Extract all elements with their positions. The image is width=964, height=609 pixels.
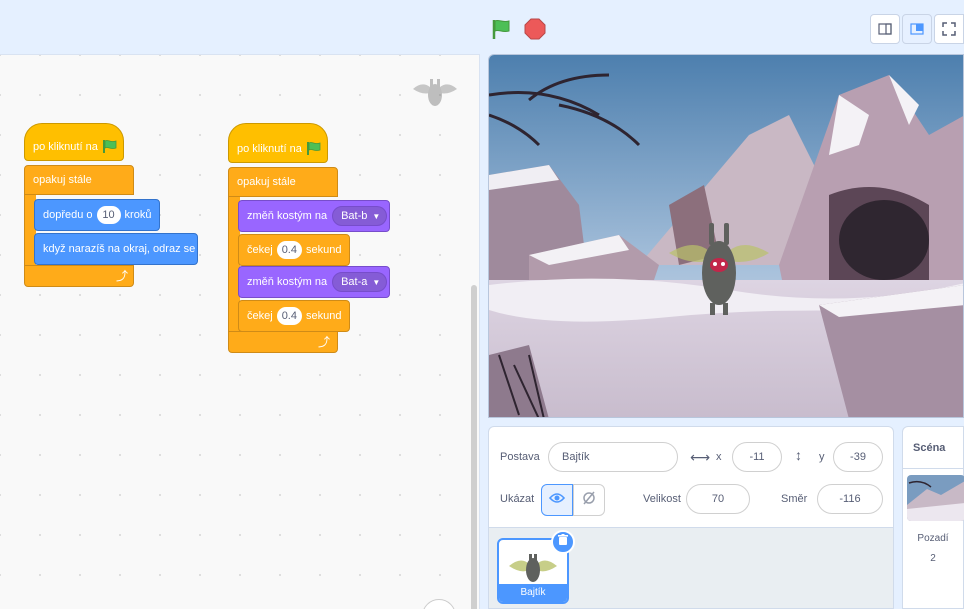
loop-arrow-icon: ⤴ (318, 335, 331, 349)
wait-block[interactable]: čekej 0.4 sekund (238, 234, 350, 266)
costume-dropdown-value: Bat-b (341, 210, 368, 222)
wait-label-before: čekej (247, 244, 273, 256)
green-flag-icon[interactable] (490, 17, 514, 41)
delete-sprite-button[interactable] (551, 530, 575, 554)
normal-stage-icon[interactable] (902, 14, 932, 44)
forever-block[interactable]: opakuj stále (228, 167, 338, 197)
hide-sprite-button[interactable] (573, 484, 605, 516)
when-flag-clicked-block[interactable]: po kliknutí na (228, 123, 328, 163)
switch-costume-block[interactable]: změň kostým na Bat-a ▼ (238, 266, 390, 298)
stage-panel-title: Scéna (903, 427, 963, 469)
sprite-tile-label: Bajtík (499, 584, 567, 602)
sprite-list: Bajtík (488, 528, 894, 609)
green-flag-icon (102, 139, 118, 156)
hat-label: po kliknutí na (33, 141, 98, 153)
current-sprite-ghost-icon (410, 73, 460, 113)
code-workspace[interactable]: po kliknutí na opakuj stále dopředu o 10… (0, 54, 480, 609)
costume-dropdown[interactable]: Bat-a ▼ (332, 272, 388, 292)
y-position-input[interactable]: -39 (833, 442, 883, 472)
chevron-down-icon: ▼ (372, 211, 381, 221)
direction-input[interactable]: -116 (817, 484, 883, 514)
bounce-on-edge-block[interactable]: když narazíš na okraj, odraz se (34, 233, 198, 265)
move-label-after: kroků (124, 209, 152, 221)
move-steps-block[interactable]: dopředu o 10 kroků (34, 199, 160, 231)
zoom-in-button[interactable] (422, 599, 456, 609)
workspace-scrollbar[interactable] (471, 285, 477, 609)
stage[interactable] (488, 54, 964, 418)
size-value: 70 (711, 493, 725, 505)
costume-dropdown[interactable]: Bat-b ▼ (332, 206, 388, 226)
hat-label: po kliknutí na (237, 143, 302, 155)
fullscreen-icon[interactable] (934, 14, 964, 44)
costume-dropdown-value: Bat-a (341, 276, 368, 288)
green-flag-icon (306, 141, 322, 158)
direction-value: -116 (839, 493, 861, 505)
eye-icon (548, 491, 566, 509)
stop-sign-icon[interactable] (524, 18, 546, 40)
switch-costume-label: změň kostým na (247, 210, 328, 222)
x-position-input[interactable]: -11 (732, 442, 782, 472)
forever-label: opakuj stále (33, 174, 92, 186)
small-stage-icon[interactable] (870, 14, 900, 44)
trash-icon (557, 533, 569, 551)
stage-selector-panel[interactable]: Scéna Pozadí 2 (902, 426, 964, 609)
move-steps-input[interactable]: 10 (96, 206, 121, 224)
direction-label: Směr (781, 493, 808, 505)
stage-backdrop (489, 55, 963, 417)
bounce-label: když narazíš na okraj, odraz se (43, 243, 196, 255)
y-label: y (819, 451, 825, 463)
backdrops-count: 2 (930, 553, 936, 564)
top-bar (0, 0, 964, 54)
backdrops-label: Pozadí (917, 533, 949, 544)
chevron-down-icon: ▼ (372, 277, 381, 287)
sprite-name-value: Bajtík (562, 451, 590, 463)
wait-block[interactable]: čekej 0.4 sekund (238, 300, 350, 332)
sprite-name-label: Postava (500, 451, 540, 463)
eye-hidden-icon (581, 491, 597, 510)
wait-seconds-input[interactable]: 0.4 (276, 307, 302, 325)
when-flag-clicked-block[interactable]: po kliknutí na (24, 123, 124, 161)
switch-costume-label: změň kostým na (247, 276, 328, 288)
x-position-value: -11 (749, 451, 765, 463)
backdrop-thumbnail[interactable] (907, 475, 964, 521)
switch-costume-block[interactable]: změň kostým na Bat-b ▼ (238, 200, 390, 232)
sprite-name-input[interactable]: Bajtík (548, 442, 678, 472)
wait-seconds-input[interactable]: 0.4 (276, 241, 302, 259)
forever-block[interactable]: opakuj stále (24, 165, 134, 195)
horizontal-arrows-icon: ⟷ (690, 449, 711, 465)
show-sprite-button[interactable] (541, 484, 573, 516)
sprite-info-panel: Postava Bajtík ⟷ x -11 ↕ y -39 Ukázat Ve… (488, 426, 894, 528)
show-label: Ukázat (500, 493, 535, 505)
move-label-before: dopředu o (43, 209, 93, 221)
wait-label-after: sekund (305, 310, 342, 322)
loop-arrow-icon: ⤴ (116, 269, 129, 283)
wait-label-after: sekund (305, 244, 342, 256)
forever-label: opakuj stále (237, 176, 296, 188)
wait-label-before: čekej (247, 310, 273, 322)
x-label: x (716, 451, 722, 463)
y-position-value: -39 (850, 451, 866, 463)
size-input[interactable]: 70 (686, 484, 750, 514)
size-label: Velikost (643, 493, 681, 505)
vertical-arrows-icon: ↕ (795, 447, 802, 463)
